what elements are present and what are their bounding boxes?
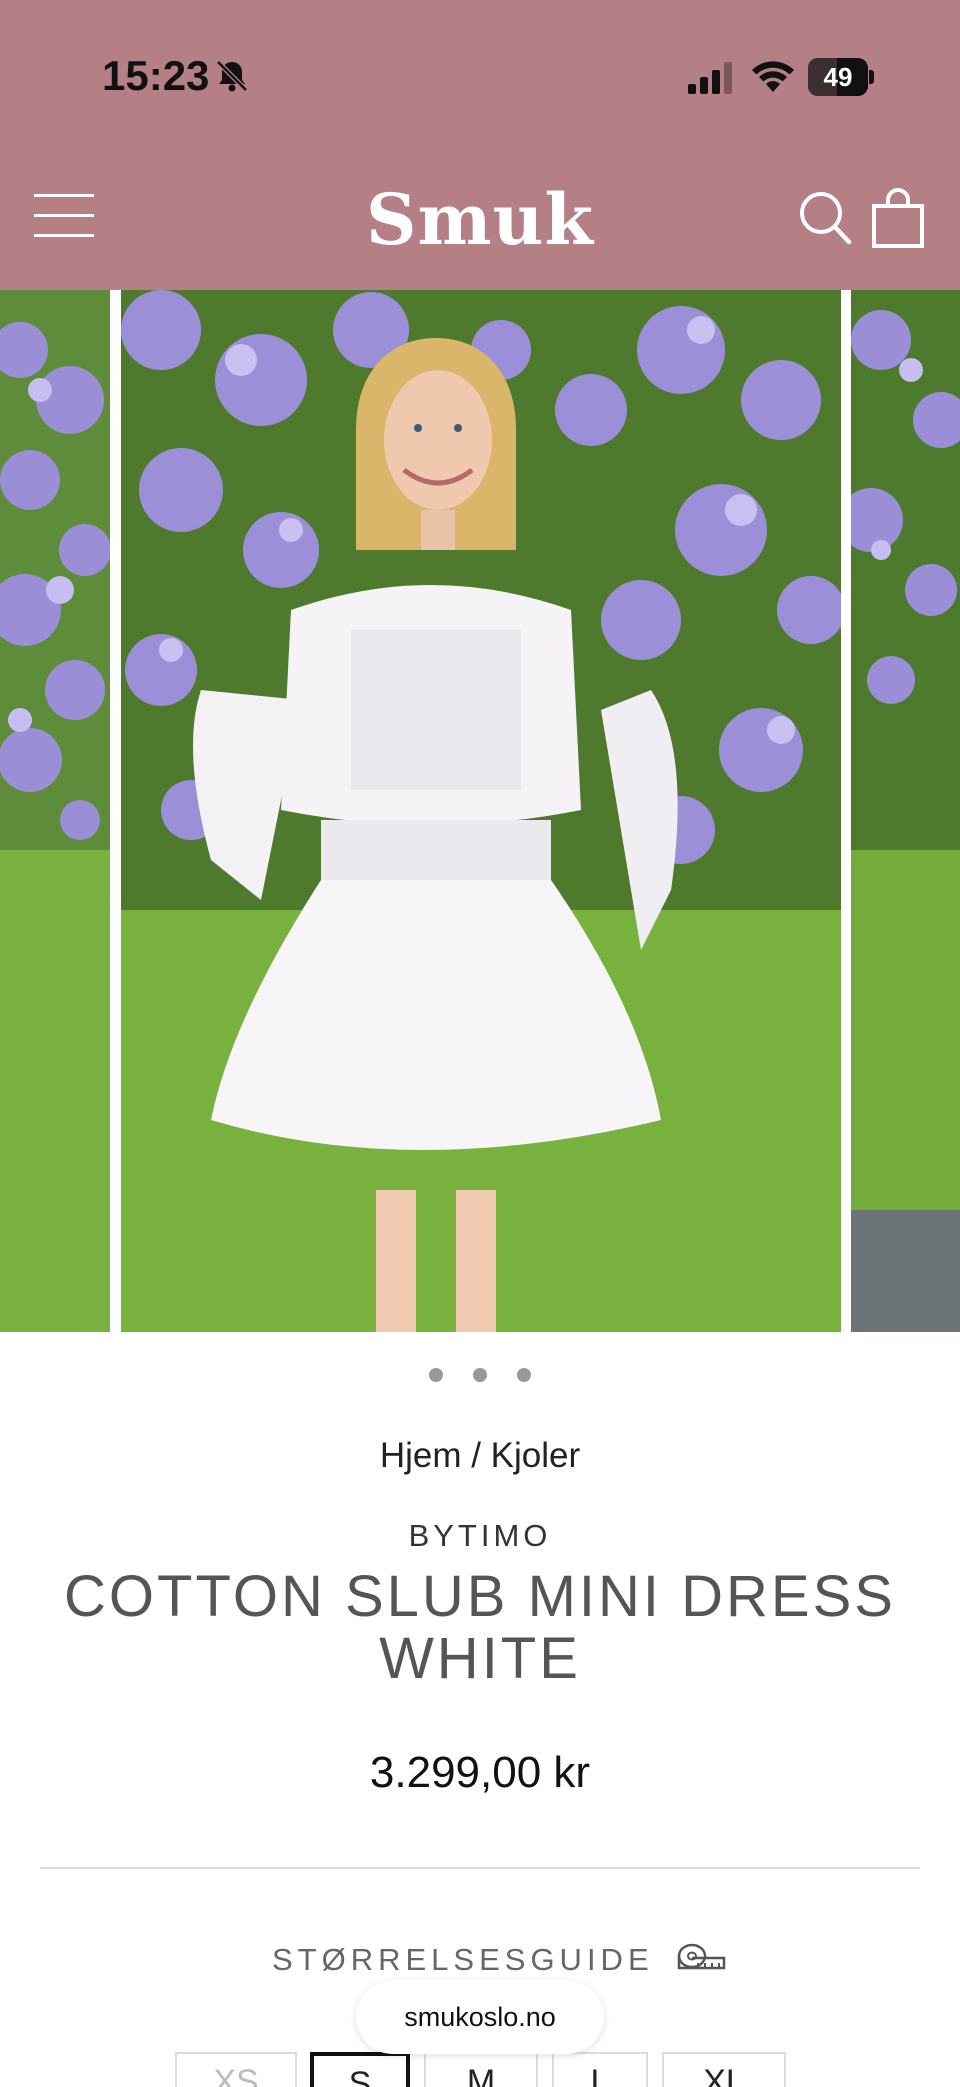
search-icon[interactable]	[798, 190, 852, 246]
breadcrumb[interactable]: Hjem / Kjoler	[0, 1436, 960, 1476]
header-bar: 15:23 49 Smuk	[0, 0, 960, 290]
hamburger-menu-icon[interactable]	[34, 194, 94, 244]
carousel-pagination	[0, 1368, 960, 1388]
carousel-dot[interactable]	[517, 1368, 532, 1382]
size-guide-link[interactable]: STØRRELSESGUIDE	[272, 1938, 726, 1982]
product-price: 3.299,00 kr	[369, 1748, 591, 1797]
carousel-dot[interactable]	[473, 1368, 487, 1382]
site-nav: Smuk	[0, 170, 960, 280]
product-image-previous[interactable]	[0, 290, 110, 1332]
product-brand[interactable]: BYTIMO	[0, 1518, 960, 1554]
size-guide-label: STØRRELSESGUIDE	[272, 1942, 654, 1977]
status-time: 15:23	[102, 52, 210, 99]
product-image-next[interactable]	[851, 290, 960, 1332]
product-title: COTTON SLUB MINI DRESS WHITE	[64, 1564, 896, 1691]
divider	[40, 1867, 920, 1869]
battery-icon: 49	[808, 58, 874, 96]
measuring-tape-icon	[677, 1943, 725, 1970]
signal-icon	[688, 62, 732, 94]
product-image-main[interactable]	[121, 290, 841, 1332]
shopping-bag-icon[interactable]	[870, 188, 926, 248]
product-image-carousel[interactable]	[0, 290, 960, 1332]
size-option-xs[interactable]: XS	[175, 2052, 297, 2087]
carousel-dot[interactable]	[428, 1368, 443, 1382]
size-selector: XS S M L XL	[0, 2052, 960, 2087]
url-pill[interactable]: smukoslo.no	[356, 1980, 604, 2054]
battery-level: 49	[823, 62, 853, 92]
bell-slash-icon	[216, 60, 248, 92]
status-bar: 15:23 49	[0, 0, 960, 150]
size-option-s[interactable]: S	[310, 2052, 410, 2087]
size-option-xl[interactable]: XL	[662, 2052, 786, 2087]
size-option-l[interactable]: L	[552, 2052, 648, 2087]
wifi-icon	[752, 61, 794, 92]
size-option-m[interactable]: M	[424, 2052, 538, 2087]
site-logo[interactable]: Smuk	[330, 178, 630, 261]
